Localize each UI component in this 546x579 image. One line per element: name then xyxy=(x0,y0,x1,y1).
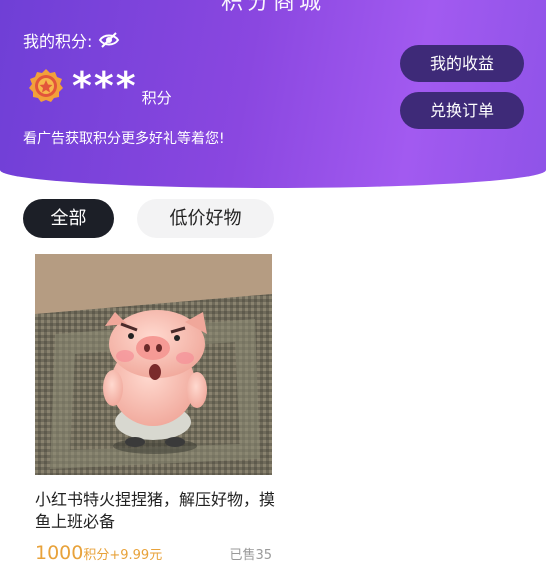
product-card[interactable]: 小红书特火捏捏猪，解压好物，摸鱼上班必备 1000 积分+9.99元 已售35 xyxy=(35,254,275,564)
product-title[interactable]: 小红书特火捏捏猪，解压好物，摸鱼上班必备 xyxy=(35,489,275,533)
tab-all[interactable]: 全部 xyxy=(23,199,114,238)
exchange-orders-button[interactable]: 兑换订单 xyxy=(400,92,524,129)
medal-icon xyxy=(28,68,64,104)
my-earnings-button[interactable]: 我的收益 xyxy=(400,45,524,82)
points-label: 我的积分: xyxy=(23,32,93,51)
points-label-row: 我的积分: xyxy=(23,28,120,52)
page-title: 积分商城 xyxy=(220,0,325,15)
product-image[interactable] xyxy=(35,254,272,475)
promo-text: 看广告获取积分更多好礼等着您! xyxy=(23,131,225,147)
price-points: 1000 xyxy=(35,542,84,564)
tab-low-price[interactable]: 低价好物 xyxy=(137,199,274,238)
points-value-masked: *** xyxy=(72,64,138,108)
points-row: *** 积分 xyxy=(28,64,172,108)
price-row: 1000 积分+9.99元 已售35 xyxy=(35,542,272,564)
eye-off-icon[interactable] xyxy=(98,31,120,49)
sold-count: 已售35 xyxy=(229,548,272,563)
header-banner: 积分商城 我的积分: *** 积分 看广告获取积分更多好礼等着您! 我的收益 兑… xyxy=(0,0,546,188)
price-suffix: 积分+9.99元 xyxy=(83,548,163,563)
points-unit: 积分 xyxy=(141,89,172,107)
category-tabs: 全部 低价好物 xyxy=(23,199,274,238)
